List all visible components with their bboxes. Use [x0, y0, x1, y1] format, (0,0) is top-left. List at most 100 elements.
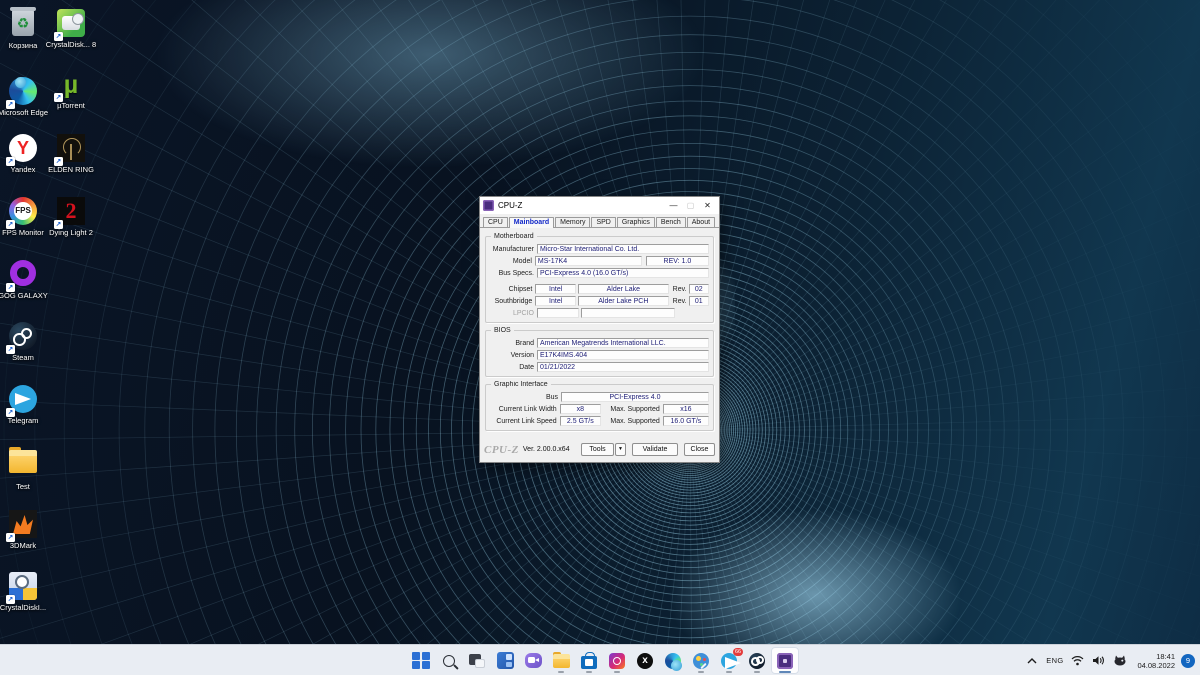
tray-overflow-button[interactable] [1022, 649, 1042, 673]
widgets-button[interactable] [491, 647, 519, 674]
xbox-icon: x [637, 653, 653, 669]
desktop-icon-crystaldiskmark[interactable]: ↗ CrystalDisk... 8 [39, 8, 103, 50]
desktop-icon-utorrent[interactable]: µ↗ µTorrent [39, 70, 103, 111]
widgets-icon [497, 652, 514, 669]
elden-ring-icon: ↗ [56, 134, 86, 164]
shortcut-arrow-icon: ↗ [6, 220, 15, 229]
3dmark-icon: ↗ [8, 510, 38, 540]
cpuz-titlebar[interactable]: CPU-Z — ▢ ✕ [480, 197, 719, 214]
bios-version-value: E17K4IMS.404 [537, 350, 709, 360]
cat-icon [1113, 655, 1127, 666]
taskbar-search-button[interactable] [435, 647, 463, 674]
bios-group-label: BIOS [491, 327, 514, 334]
minimize-button[interactable]: — [665, 199, 682, 213]
volume-tray-button[interactable] [1088, 649, 1109, 673]
bus-specs-value: PCI-Express 4.0 (16.0 GT/s) [537, 268, 709, 278]
fps-monitor-icon: FPS↗ [8, 197, 38, 227]
telegram-button[interactable]: 66 [715, 647, 743, 674]
tab-bench[interactable]: Bench [656, 217, 686, 227]
instagram-button[interactable] [603, 647, 631, 674]
desktop-icon-dying-light-2[interactable]: 2↗ Dying Light 2 [39, 196, 103, 238]
steam-icon [749, 653, 765, 669]
running-indicator [698, 671, 704, 673]
steam-icon: ↗ [8, 322, 38, 352]
file-explorer-button[interactable] [547, 647, 575, 674]
tab-mainboard[interactable]: Mainboard [509, 217, 554, 228]
version-text: Ver. 2.00.0.x64 [523, 446, 570, 453]
desktop-icon-crystaldiskinfo[interactable]: ↗ CrystalDiskI... [0, 571, 55, 613]
yandex-icon: Y↗ [8, 134, 38, 164]
edge-button[interactable] [659, 647, 687, 674]
motherboard-group: Motherboard Manufacturer Micro-Star Inte… [485, 236, 714, 323]
tab-about[interactable]: About [687, 217, 715, 227]
task-view-icon [469, 654, 485, 668]
shortcut-arrow-icon: ↗ [6, 595, 15, 604]
active-running-indicator [779, 671, 791, 673]
task-view-button[interactable] [463, 647, 491, 674]
crystaldiskmark-icon: ↗ [56, 9, 86, 39]
tab-graphics[interactable]: Graphics [617, 217, 655, 227]
southbridge-rev-label: Rev. [673, 298, 687, 305]
clock[interactable]: 18:41 04.08.2022 [1131, 652, 1179, 670]
tab-spd[interactable]: SPD [591, 217, 615, 227]
desktop-icon-gog-galaxy[interactable]: ↗ GOG GALAXY [0, 258, 55, 301]
desktop-icon-test-folder[interactable]: Test [0, 446, 55, 492]
cpuz-app-icon [483, 200, 494, 211]
max-supported-label: Max. Supported [601, 406, 660, 413]
bios-date-value: 01/21/2022 [537, 362, 709, 372]
tab-memory[interactable]: Memory [555, 217, 590, 227]
chevron-up-icon [1026, 657, 1038, 665]
taskbar: x 66 ENG [0, 644, 1200, 675]
model-rev-value: REV: 1.0 [646, 256, 709, 266]
chat-button[interactable] [519, 647, 547, 674]
tools-button[interactable]: Tools [581, 443, 614, 456]
edge-icon [665, 653, 681, 669]
running-indicator [586, 671, 592, 673]
tray-app-button[interactable] [1109, 649, 1131, 673]
cpuz-logo: CPU-Z [484, 444, 519, 456]
desktop-icon-elden-ring[interactable]: ↗ ELDEN RING [39, 133, 103, 175]
shortcut-arrow-icon: ↗ [6, 100, 15, 109]
desktop-icon-telegram[interactable]: ↗ Telegram [0, 384, 55, 426]
microsoft-store-button[interactable] [575, 647, 603, 674]
recycle-bin-icon: ♻ [8, 10, 38, 40]
link-speed-label: Current Link Speed [490, 418, 557, 425]
bios-brand-label: Brand [490, 340, 534, 347]
cpuz-taskbar-button[interactable] [771, 647, 799, 674]
cpuz-icon [777, 653, 793, 669]
tools-dropdown-button[interactable]: ▼ [615, 443, 626, 456]
wifi-tray-button[interactable] [1067, 649, 1088, 673]
paint-button[interactable] [687, 647, 715, 674]
paint-palette-icon [693, 653, 709, 669]
utorrent-icon: µ↗ [56, 70, 86, 100]
desktop-icon-3dmark[interactable]: ↗ 3DMark [0, 509, 55, 551]
folder-icon [553, 655, 570, 668]
close-button[interactable]: ✕ [699, 199, 716, 213]
chat-icon [525, 653, 542, 668]
close-window-button[interactable]: Close [684, 443, 715, 456]
southbridge-rev-value: 01 [689, 296, 709, 306]
gog-galaxy-icon: ↗ [8, 260, 38, 290]
notification-count-badge[interactable]: 9 [1181, 654, 1195, 668]
tab-cpu[interactable]: CPU [483, 217, 508, 227]
language-indicator[interactable]: ENG [1042, 649, 1067, 673]
southbridge-value: Alder Lake PCH [578, 296, 669, 306]
shortcut-arrow-icon: ↗ [6, 533, 15, 542]
validate-button[interactable]: Validate [632, 443, 678, 456]
wifi-icon [1071, 655, 1084, 666]
window-title: CPU-Z [498, 201, 522, 210]
shortcut-arrow-icon: ↗ [6, 408, 15, 417]
steam-button[interactable] [743, 647, 771, 674]
speaker-icon [1092, 655, 1105, 666]
lpcio-label: LPCIO [490, 310, 534, 317]
xbox-button[interactable]: x [631, 647, 659, 674]
bios-version-label: Version [490, 352, 534, 359]
gi-bus-label: Bus [490, 394, 558, 401]
southbridge-label: Southbridge [490, 298, 532, 305]
search-icon [443, 655, 455, 667]
cpuz-window: CPU-Z — ▢ ✕ CPU Mainboard Memory SPD Gra… [479, 196, 720, 463]
desktop-icon-steam[interactable]: ↗ Steam [0, 321, 55, 363]
start-button[interactable] [407, 647, 435, 674]
running-indicator [558, 671, 564, 673]
gi-bus-value: PCI-Express 4.0 [561, 392, 709, 402]
